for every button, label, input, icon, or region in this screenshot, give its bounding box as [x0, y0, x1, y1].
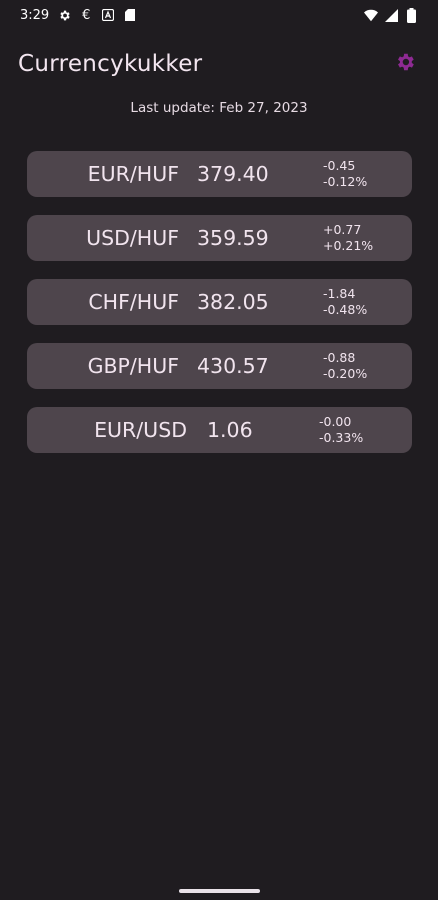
- rate-changes: +0.77 +0.21%: [285, 222, 373, 254]
- change-percent: -0.33%: [319, 430, 364, 445]
- currency-pair: GBP/HUF: [87, 354, 179, 378]
- change-absolute: -0.45: [323, 158, 356, 173]
- status-time: 3:29: [20, 7, 50, 23]
- currency-pair: EUR/HUF: [87, 162, 179, 186]
- status-left: 3:29 €: [20, 8, 137, 23]
- change-absolute: -1.84: [323, 286, 356, 301]
- rate-card-eur-huf[interactable]: EUR/HUF 379.40 -0.45 -0.12%: [27, 151, 412, 197]
- change-percent: +0.21%: [323, 238, 374, 253]
- exchange-rate: 1.06: [207, 418, 253, 442]
- change-percent: -0.12%: [323, 174, 368, 189]
- rate-card-chf-huf[interactable]: CHF/HUF 382.05 -1.84 -0.48%: [27, 279, 412, 325]
- battery-icon: [404, 7, 418, 23]
- wifi-icon: [364, 8, 378, 22]
- exchange-rate: 430.57: [197, 354, 269, 378]
- exchange-rate: 359.59: [197, 226, 269, 250]
- settings-button[interactable]: [390, 49, 420, 79]
- gear-icon: [57, 8, 71, 22]
- rate-changes: -0.45 -0.12%: [285, 158, 367, 190]
- last-update-text: Last update: Feb 27, 2023: [130, 100, 308, 116]
- rate-card-eur-usd[interactable]: EUR/USD 1.06 -0.00 -0.33%: [27, 407, 412, 453]
- change-absolute: -0.00: [319, 414, 352, 429]
- app-title: Currencykukker: [18, 51, 203, 77]
- currency-pair: EUR/USD: [94, 418, 187, 442]
- status-bar: 3:29 €: [0, 0, 438, 30]
- rate-changes: -0.88 -0.20%: [285, 350, 367, 382]
- currency-pair: CHF/HUF: [88, 290, 179, 314]
- status-right: [364, 7, 418, 23]
- rate-changes: -0.00 -0.33%: [279, 414, 363, 446]
- app-bar: Currencykukker: [0, 38, 438, 90]
- sim-card-icon: [123, 8, 137, 22]
- gesture-nav-handle[interactable]: [179, 889, 260, 893]
- euro-icon: €: [82, 7, 91, 23]
- rate-changes: -1.84 -0.48%: [285, 286, 367, 318]
- change-absolute: +0.77: [323, 222, 362, 237]
- change-absolute: -0.88: [323, 350, 356, 365]
- change-percent: -0.20%: [323, 366, 368, 381]
- currency-pair: USD/HUF: [86, 226, 179, 250]
- signal-icon: [384, 8, 398, 22]
- rate-card-usd-huf[interactable]: USD/HUF 359.59 +0.77 +0.21%: [27, 215, 412, 261]
- exchange-rate: 379.40: [197, 162, 269, 186]
- change-percent: -0.48%: [323, 302, 368, 317]
- exchange-rate: 382.05: [197, 290, 269, 314]
- rate-card-gbp-huf[interactable]: GBP/HUF 430.57 -0.88 -0.20%: [27, 343, 412, 389]
- a-box-icon: [101, 8, 115, 22]
- rate-list: EUR/HUF 379.40 -0.45 -0.12% USD/HUF 359.…: [27, 151, 412, 471]
- gear-icon: [394, 51, 416, 77]
